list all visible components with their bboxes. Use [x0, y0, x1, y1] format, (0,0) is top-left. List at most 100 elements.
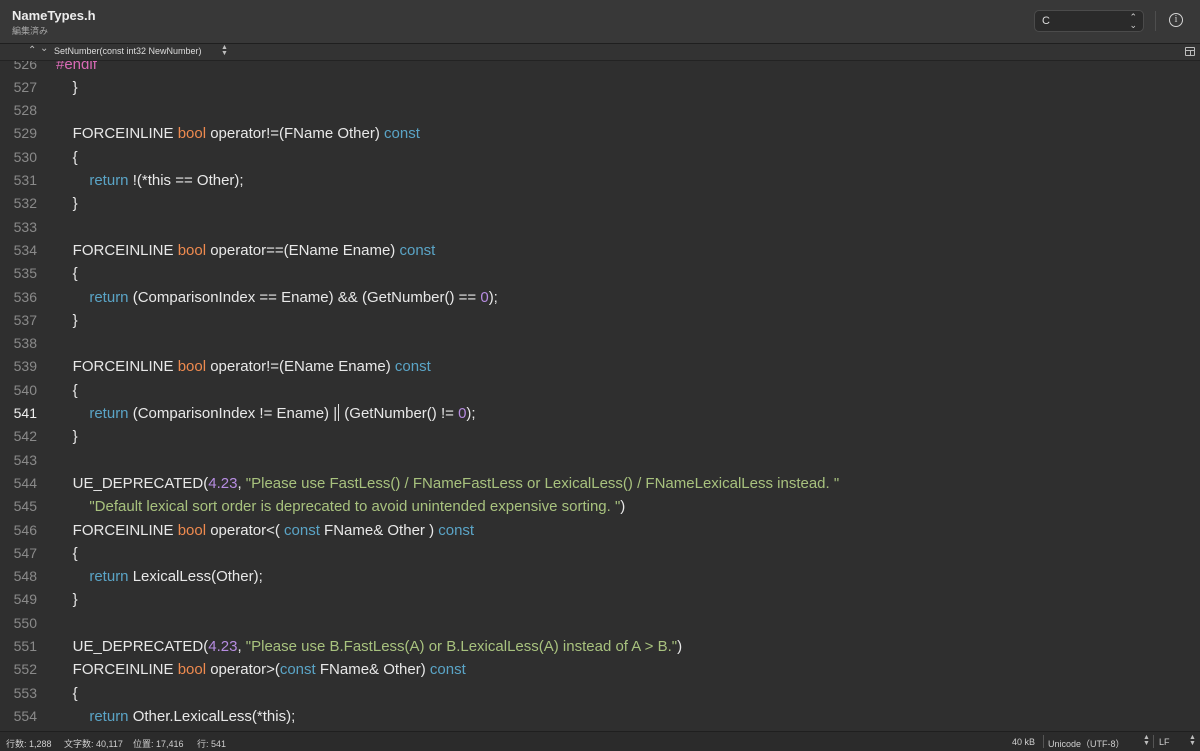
code-line[interactable]: 551 UE_DEPRECATED(4.23, "Please use B.Fa… [0, 635, 1200, 658]
text-cursor [338, 404, 340, 421]
code-token: (GetNumber() != [340, 405, 459, 422]
code-text[interactable]: } [56, 192, 78, 215]
code-line[interactable]: 536 return (ComparisonIndex == Ename) &&… [0, 286, 1200, 309]
code-line[interactable]: 541 return (ComparisonIndex != Ename) | … [0, 402, 1200, 425]
code-line[interactable]: 538 [0, 332, 1200, 355]
code-text[interactable]: } [56, 309, 78, 332]
code-text[interactable]: FORCEINLINE bool operator!=(FName Other)… [56, 122, 420, 145]
code-text[interactable]: FORCEINLINE bool operator==(EName Ename)… [56, 239, 436, 262]
code-line[interactable]: 552 FORCEINLINE bool operator>(const FNa… [0, 658, 1200, 681]
code-line[interactable]: 526 #endif [0, 61, 1200, 76]
code-line[interactable]: 535 { [0, 262, 1200, 285]
code-text[interactable]: return (ComparisonIndex != Ename) | (Get… [56, 402, 476, 425]
line-number: 552 [13, 661, 37, 678]
code-token: { [56, 381, 78, 399]
code-token: ); [488, 288, 498, 306]
syntax-language-value: C [1042, 15, 1050, 27]
info-icon[interactable]: i [1169, 13, 1183, 27]
status-divider [1043, 735, 1044, 748]
line-number: 536 [13, 288, 37, 305]
code-token: Other.LexicalLess(*this); [128, 707, 296, 725]
line-number: 553 [13, 684, 37, 701]
code-token: bool [177, 521, 207, 539]
code-line[interactable]: 550 [0, 612, 1200, 635]
code-line[interactable]: 539 FORCEINLINE bool operator!=(EName En… [0, 355, 1200, 378]
code-token: FORCEINLINE [56, 125, 178, 143]
code-text[interactable]: #endif [56, 61, 97, 76]
line-number: 548 [13, 568, 37, 585]
code-line[interactable]: 548 return LexicalLess(Other); [0, 565, 1200, 588]
code-line[interactable]: 554 return Other.LexicalLess(*this); [0, 705, 1200, 728]
code-line[interactable]: 553 { [0, 682, 1200, 705]
code-token: return [89, 568, 129, 586]
code-token: #endif [56, 61, 97, 73]
code-token: } [56, 195, 78, 213]
code-line[interactable]: 540 { [0, 379, 1200, 402]
code-line[interactable]: 545 "Default lexical sort order is depre… [0, 495, 1200, 518]
code-token: return [89, 707, 129, 725]
chevron-up-icon[interactable]: ⌃ [28, 45, 36, 56]
code-text[interactable]: "Default lexical sort order is deprecate… [56, 495, 625, 518]
status-line-ending[interactable]: LF [1159, 737, 1170, 747]
line-number: 540 [13, 381, 37, 398]
code-text[interactable]: FORCEINLINE bool operator<( const FName&… [56, 519, 474, 542]
code-text[interactable]: FORCEINLINE bool operator!=(EName Ename)… [56, 355, 431, 378]
line-number: 554 [13, 707, 37, 724]
code-token: FORCEINLINE [56, 241, 178, 259]
code-token: const [399, 241, 436, 259]
code-line[interactable]: 533 [0, 216, 1200, 239]
code-token: LexicalLess(Other); [128, 568, 263, 586]
code-text[interactable]: return Other.LexicalLess(*this); [56, 705, 295, 728]
code-text[interactable]: return LexicalLess(Other); [56, 565, 263, 588]
code-token: const [384, 125, 420, 143]
code-line[interactable]: 529 FORCEINLINE bool operator!=(FName Ot… [0, 122, 1200, 145]
code-line[interactable]: 543 [0, 449, 1200, 472]
code-line[interactable]: 531 return !(*this == Other); [0, 169, 1200, 192]
code-text[interactable]: UE_DEPRECATED(4.23, "Please use FastLess… [56, 472, 840, 495]
code-line[interactable]: 544 UE_DEPRECATED(4.23, "Please use Fast… [0, 472, 1200, 495]
function-menu[interactable]: SetNumber(const int32 NewNumber) [54, 46, 202, 56]
code-token: FORCEINLINE [56, 358, 178, 376]
line-number: 550 [13, 614, 37, 631]
code-line[interactable]: 547 { [0, 542, 1200, 565]
code-editor[interactable]: 526 #endif 527 } 528 529 FORCEINLINE bool op… [0, 61, 1200, 731]
code-text[interactable]: { [56, 262, 78, 285]
code-token: } [56, 311, 78, 329]
line-number: 538 [13, 335, 37, 352]
code-line[interactable]: 546 FORCEINLINE bool operator<( const FN… [0, 519, 1200, 542]
code-line[interactable]: 549 } [0, 588, 1200, 611]
code-text[interactable]: FORCEINLINE bool operator>(const FName& … [56, 658, 466, 681]
code-text[interactable]: } [56, 425, 78, 448]
code-text[interactable]: UE_DEPRECATED(4.23, "Please use B.FastLe… [56, 635, 682, 658]
code-line[interactable]: 527 } [0, 76, 1200, 99]
code-text[interactable]: return !(*this == Other); [56, 169, 243, 192]
code-line[interactable]: 530 { [0, 146, 1200, 169]
code-line[interactable]: 528 [0, 99, 1200, 122]
code-text[interactable]: { [56, 146, 78, 169]
code-text[interactable]: { [56, 682, 78, 705]
code-line[interactable]: 532 } [0, 192, 1200, 215]
status-file-size: 40 kB [1012, 737, 1036, 747]
code-token: operator<( [206, 521, 285, 539]
code-text[interactable]: { [56, 542, 78, 565]
syntax-language-select[interactable]: C ⌃ ⌄ [1034, 10, 1144, 32]
navigation-bar: ⌃ ⌄ SetNumber(const int32 NewNumber) ▲ ▼ [0, 43, 1200, 61]
layout-icon[interactable] [1185, 47, 1195, 56]
status-position: 位置: 17,416 [133, 739, 184, 749]
code-line[interactable]: 542 } [0, 425, 1200, 448]
code-text[interactable]: } [56, 588, 78, 611]
line-number: 546 [13, 521, 37, 538]
code-line[interactable]: 537 } [0, 309, 1200, 332]
line-ending-chevron-icon[interactable]: ▲ ▼ [1189, 734, 1196, 747]
code-text[interactable]: } [56, 76, 78, 99]
code-text[interactable]: { [56, 379, 78, 402]
code-token: operator!=(EName Ename) [206, 358, 395, 376]
encoding-chevron-icon[interactable]: ▲ ▼ [1143, 734, 1150, 747]
status-encoding[interactable]: Unicode（UTF-8） [1048, 737, 1125, 750]
code-line[interactable]: 534 FORCEINLINE bool operator==(EName En… [0, 239, 1200, 262]
code-text[interactable]: return (ComparisonIndex == Ename) && (Ge… [56, 286, 498, 309]
chevron-down-icon[interactable]: ⌄ [40, 43, 48, 54]
function-menu-chevron-icon[interactable]: ▲ ▼ [221, 44, 228, 57]
document-name: NameTypes.h [12, 8, 96, 23]
code-token: ) [677, 638, 683, 655]
